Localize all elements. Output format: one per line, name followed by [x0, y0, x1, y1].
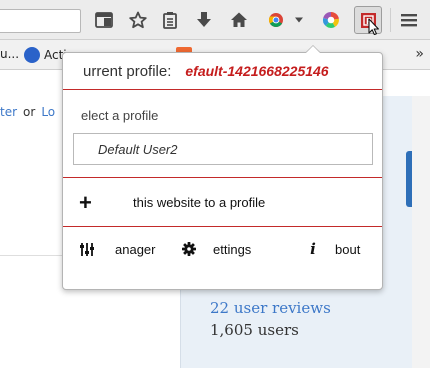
settings-label: ettings: [213, 241, 252, 257]
current-profile-row: urrent profile: efault-1421668225146: [63, 53, 382, 89]
bookmarks-list-icon[interactable]: [158, 8, 182, 32]
bookmark-label: u...: [0, 47, 20, 61]
popup-arrow-fill: [306, 46, 320, 53]
current-profile-value: efault-1421668225146: [185, 63, 329, 79]
globe-icon: [24, 47, 40, 63]
plus-icon: +: [79, 190, 92, 215]
sliders-icon: [79, 241, 95, 257]
manager-label: anager: [115, 241, 156, 257]
chrome-icon[interactable]: [264, 8, 288, 32]
bookmark-star-icon[interactable]: [126, 8, 150, 32]
profile-switcher-popup: urrent profile: efault-1421668225146 ele…: [62, 52, 383, 290]
or-text: or: [23, 105, 36, 119]
color-wheel-icon[interactable]: [319, 8, 343, 32]
users-count: 1,605 users: [210, 321, 299, 339]
info-icon: i: [310, 240, 316, 258]
home-icon[interactable]: [227, 8, 251, 32]
add-website-to-profile-button[interactable]: + this website to a profile: [63, 179, 382, 227]
select-profile-label: elect a profile: [81, 108, 159, 123]
profile-extension-icon: P: [361, 13, 379, 36]
add-website-label: this website to a profile: [133, 195, 266, 210]
url-bar[interactable]: [0, 9, 81, 33]
register-link[interactable]: ter: [0, 105, 17, 119]
manager-button[interactable]: anager: [79, 241, 155, 257]
profile-extension-button[interactable]: P: [354, 6, 382, 36]
browser-toolbar: P: [0, 0, 430, 40]
divider: [63, 226, 382, 227]
profile-select[interactable]: Default User2: [73, 133, 373, 165]
reader-view-icon[interactable]: [92, 8, 116, 32]
divider: [63, 89, 382, 90]
selected-profile-value: Default User2: [98, 141, 178, 157]
dropdown-arrow-icon[interactable]: [289, 8, 309, 32]
page-scroll-strip: [412, 96, 430, 368]
bookmark-item[interactable]: u...: [0, 47, 19, 61]
user-reviews-link[interactable]: 22 user reviews: [210, 299, 331, 317]
hamburger-menu-icon[interactable]: [397, 8, 421, 32]
about-label: bout: [335, 241, 361, 257]
current-profile-label: urrent profile:: [83, 62, 172, 80]
bookmark-item[interactable]: Acti: [24, 47, 67, 63]
login-link[interactable]: Lo: [41, 105, 55, 119]
popup-footer-actions: anager ettings i bout: [63, 229, 382, 271]
signin-links: ter or Lo: [0, 105, 55, 119]
divider: [63, 177, 382, 178]
settings-button[interactable]: ettings: [181, 241, 251, 257]
toolbar-separator: [390, 8, 391, 32]
gear-icon: [181, 241, 197, 257]
download-icon[interactable]: [192, 8, 216, 32]
bookmarks-overflow-chevron-icon[interactable]: »: [415, 46, 424, 62]
about-button[interactable]: i bout: [305, 240, 361, 258]
